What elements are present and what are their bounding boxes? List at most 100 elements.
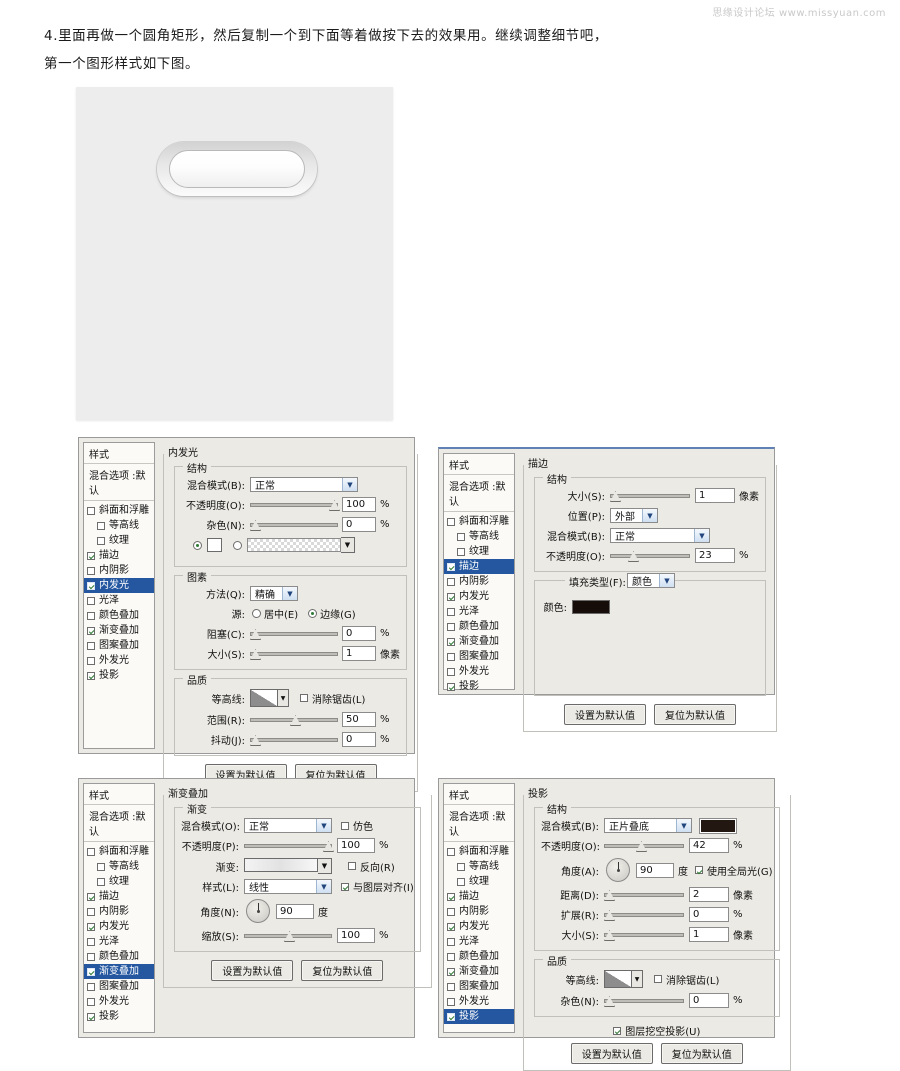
checkbox-box[interactable] [97, 536, 105, 545]
reset-default-button[interactable]: 复位为默认值 [654, 704, 736, 725]
choke-slider[interactable] [250, 627, 338, 640]
gradient-preview[interactable] [244, 858, 318, 872]
set-default-button[interactable]: 设置为默认值 [564, 704, 646, 725]
style-list-item[interactable]: 外发光 [444, 664, 514, 679]
styles-list[interactable]: 斜面和浮雕 等高线 纹理 描边 内阴影 内发光 光泽 颜色叠加 渐变叠加 图案叠加 外发光 投影 [444, 842, 514, 1032]
spread-slider[interactable] [604, 908, 684, 921]
chevron-down-icon[interactable]: ▼ [316, 880, 331, 893]
checkbox-box[interactable] [457, 547, 465, 556]
checkbox-box[interactable] [447, 622, 455, 631]
chevron-down-icon[interactable]: ▼ [316, 819, 331, 832]
checkbox-box[interactable] [97, 521, 105, 530]
styles-column[interactable]: 样式 混合选项 :默认 斜面和浮雕 等高线 纹理 描边 内阴影 内发光 光泽 颜色叠加 渐变叠加… [443, 453, 515, 692]
style-list-item[interactable]: 外发光 [84, 994, 154, 1009]
blend-mode-select[interactable]: 正常 ▼ [244, 818, 332, 833]
checkbox-box[interactable] [300, 694, 308, 702]
distance-value[interactable]: 2 [689, 887, 729, 902]
position-select[interactable]: 外部 ▼ [610, 508, 658, 523]
style-list-item[interactable]: 斜面和浮雕 [444, 514, 514, 529]
style-list-item[interactable]: 颜色叠加 [84, 608, 154, 623]
blending-options-item[interactable]: 混合选项 :默认 [84, 805, 154, 842]
angle-dial[interactable] [606, 858, 630, 882]
styles-list[interactable]: 斜面和浮雕 等高线 纹理 描边 内阴影 内发光 光泽 颜色叠加 渐变叠加 图案叠加 外发光 投影 [84, 842, 154, 1032]
size-slider[interactable] [610, 489, 690, 502]
checkbox-box[interactable] [447, 637, 455, 646]
checkbox-box[interactable] [447, 982, 455, 991]
checkbox-box[interactable] [87, 641, 95, 650]
contour-picker[interactable]: ▼ [250, 689, 289, 707]
checkbox-box[interactable] [87, 847, 95, 856]
size-value[interactable]: 1 [695, 488, 735, 503]
checkbox-box[interactable] [457, 532, 465, 541]
style-list-item[interactable]: 光泽 [84, 593, 154, 608]
style-list-item[interactable]: 纹理 [444, 874, 514, 889]
range-value[interactable]: 50 [342, 712, 376, 727]
style-list-item[interactable]: 斜面和浮雕 [84, 844, 154, 859]
chevron-down-icon[interactable]: ▼ [341, 537, 355, 553]
opacity-slider[interactable] [250, 498, 340, 511]
style-list-item[interactable]: 内阴影 [84, 904, 154, 919]
noise-slider[interactable] [604, 994, 684, 1007]
noise-value[interactable]: 0 [689, 993, 729, 1008]
checkbox-box[interactable] [447, 1012, 455, 1021]
style-list-item[interactable]: 内发光 [444, 589, 514, 604]
reset-default-button[interactable]: 复位为默认值 [301, 960, 384, 981]
chevron-down-icon[interactable]: ▼ [342, 478, 357, 491]
style-list-item[interactable]: 等高线 [444, 529, 514, 544]
checkbox-box[interactable] [87, 967, 95, 976]
checkbox-box[interactable] [87, 566, 95, 575]
opacity-slider[interactable] [610, 549, 690, 562]
checkbox-box[interactable] [97, 877, 105, 886]
antialias-checkbox[interactable]: 消除锯齿(L) [654, 972, 719, 987]
style-list-item[interactable]: 图案叠加 [444, 979, 514, 994]
checkbox-box[interactable] [447, 652, 455, 661]
checkbox-box[interactable] [87, 506, 95, 515]
checkbox-box[interactable] [457, 877, 465, 886]
style-list-item[interactable]: 纹理 [444, 544, 514, 559]
method-select[interactable]: 精确 ▼ [250, 586, 298, 601]
style-list-item[interactable]: 图案叠加 [84, 979, 154, 994]
reset-default-button[interactable]: 复位为默认值 [660, 1043, 743, 1064]
style-list-item[interactable]: 渐变叠加 [84, 964, 154, 979]
style-list-item[interactable]: 内发光 [84, 578, 154, 593]
checkbox-box[interactable] [447, 592, 455, 601]
blend-mode-select[interactable]: 正片叠底 ▼ [604, 818, 692, 833]
set-default-button[interactable]: 设置为默认值 [570, 1043, 653, 1064]
checkbox-box[interactable] [447, 892, 455, 901]
style-list-item[interactable]: 投影 [444, 679, 514, 694]
checkbox-box[interactable] [87, 937, 95, 946]
checkbox-box[interactable] [87, 907, 95, 916]
style-list-item[interactable]: 颜色叠加 [444, 619, 514, 634]
jitter-slider[interactable] [250, 733, 338, 746]
range-slider[interactable] [250, 713, 338, 726]
style-list-item[interactable]: 投影 [84, 1009, 154, 1024]
style-list-item[interactable]: 内阴影 [444, 904, 514, 919]
style-list-item[interactable]: 颜色叠加 [444, 949, 514, 964]
distance-slider[interactable] [604, 888, 684, 901]
glow-color-radio[interactable] [193, 540, 202, 550]
opacity-value[interactable]: 42 [689, 838, 729, 853]
style-list-item[interactable]: 描边 [84, 889, 154, 904]
style-list-item[interactable]: 颜色叠加 [84, 949, 154, 964]
fill-type-select[interactable]: 颜色 ▼ [627, 573, 675, 588]
style-list-item[interactable]: 等高线 [444, 859, 514, 874]
set-default-button[interactable]: 设置为默认值 [211, 960, 294, 981]
layer-style-dialog-inner-glow[interactable]: 样式 混合选项 :默认 斜面和浮雕 等高线 纹理 描边 内阴影 内发光 光泽 颜色叠加 渐变叠加… [78, 437, 418, 792]
checkbox-box[interactable] [447, 667, 455, 676]
checkbox-box[interactable] [447, 937, 455, 946]
checkbox-box[interactable] [87, 671, 95, 680]
styles-column[interactable]: 样式 混合选项 :默认 斜面和浮雕 等高线 纹理 描边 内阴影 内发光 光泽 颜色叠加 渐变叠加… [443, 783, 515, 1033]
checkbox-box[interactable] [341, 821, 349, 830]
style-list-item[interactable]: 外发光 [444, 994, 514, 1009]
chevron-down-icon[interactable]: ▼ [278, 689, 289, 707]
style-list-item[interactable]: 外发光 [84, 653, 154, 668]
checkbox-box[interactable] [447, 517, 455, 526]
size-slider[interactable] [250, 647, 338, 660]
checkbox-box[interactable] [613, 1026, 622, 1035]
opacity-value[interactable]: 23 [695, 548, 735, 563]
styles-list[interactable]: 斜面和浮雕 等高线 纹理 描边 内阴影 内发光 光泽 颜色叠加 渐变叠加 图案叠加 外发光 投影 [444, 512, 514, 694]
knockout-checkbox[interactable]: 图层挖空投影(U) [530, 1023, 784, 1038]
checkbox-box[interactable] [87, 626, 95, 635]
checkbox-box[interactable] [87, 551, 95, 560]
blending-options-item[interactable]: 混合选项 :默认 [444, 805, 514, 842]
